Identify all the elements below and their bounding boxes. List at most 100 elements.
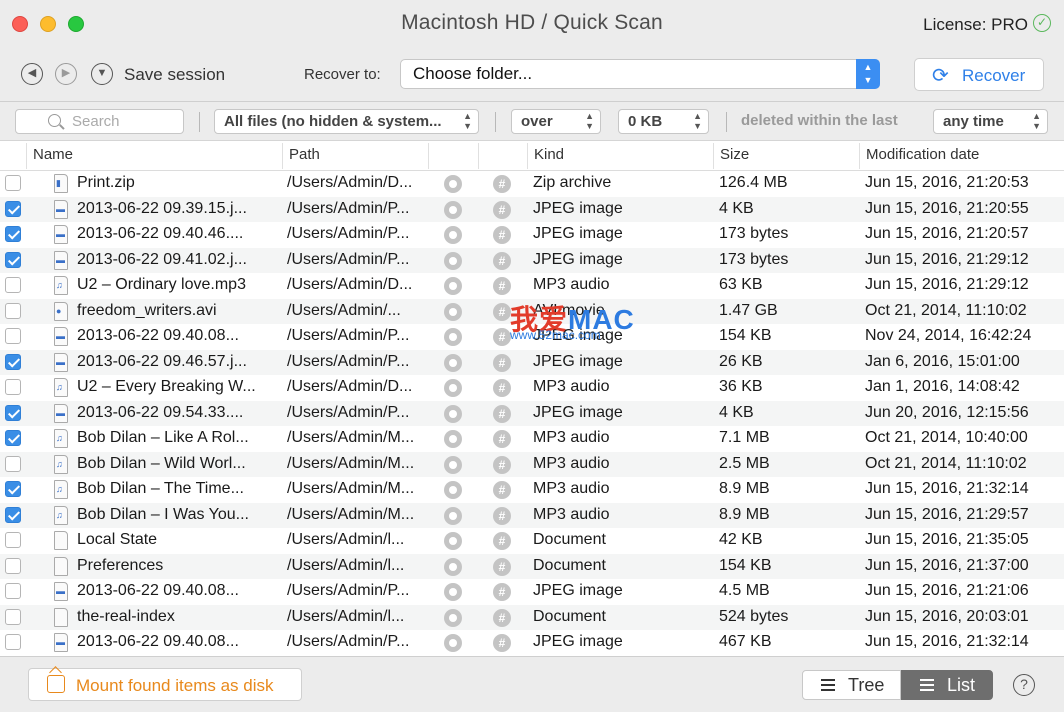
table-row[interactable]: ▬ 2013-06-22 09.46.57.j... /Users/Admin/P.… [0, 349, 1064, 375]
back-icon[interactable]: ◀ [21, 63, 43, 85]
hex-view-icon[interactable]: # [493, 583, 511, 601]
table-row[interactable]: ▬ 2013-06-22 09.41.02.j... /Users/Admin/P.… [0, 247, 1064, 273]
row-checkbox[interactable] [5, 353, 21, 370]
preview-eye-icon[interactable] [444, 226, 462, 244]
row-checkbox[interactable] [5, 404, 21, 421]
hex-view-icon[interactable]: # [493, 200, 511, 219]
column-header-name[interactable]: Name [33, 146, 73, 163]
row-checkbox[interactable] [5, 430, 21, 446]
hex-view-icon[interactable]: # [493, 608, 511, 627]
preview-eye-icon[interactable] [444, 302, 462, 321]
hex-view-icon[interactable]: # [493, 481, 511, 499]
hex-view-icon[interactable]: # [493, 379, 511, 397]
table-row[interactable]: ▬ 2013-06-22 09.40.46.... /Users/Admin/P..… [0, 222, 1064, 248]
preview-eye-icon[interactable] [444, 404, 462, 423]
column-header-modified[interactable]: Modification date [866, 146, 979, 163]
hex-view-icon[interactable]: # [493, 353, 511, 372]
row-checkbox[interactable] [5, 557, 21, 574]
list-view-button[interactable]: List [901, 670, 993, 700]
column-header-path[interactable]: Path [289, 146, 320, 163]
hex-view-icon[interactable]: # [493, 430, 511, 448]
table-row[interactable]: ▬ 2013-06-22 09.40.08... /Users/Admin/P...… [0, 630, 1064, 656]
table-row[interactable]: ♫ Bob Dilan – I Was You... /Users/Admin/M.… [0, 502, 1064, 528]
recover-button[interactable]: ⟳ Recover [914, 58, 1044, 91]
row-checkbox[interactable] [5, 634, 21, 650]
hex-view-icon[interactable]: # [493, 506, 511, 525]
table-row[interactable]: ▬ 2013-06-22 09.40.08... /Users/Admin/P...… [0, 579, 1064, 605]
file-type-filter[interactable]: All files (no hidden & system... ▲ ▼ [214, 109, 479, 134]
table-row[interactable]: ▬ 2013-06-22 09.39.15.j... /Users/Admin/P.… [0, 196, 1064, 222]
column-divider[interactable] [713, 143, 714, 169]
hex-view-icon[interactable]: # [493, 251, 511, 270]
row-checkbox[interactable] [5, 379, 21, 395]
hex-view-icon[interactable]: # [493, 455, 511, 474]
row-checkbox[interactable] [5, 277, 21, 293]
preview-eye-icon[interactable] [444, 328, 462, 346]
preview-eye-icon[interactable] [444, 583, 462, 601]
preview-eye-icon[interactable] [444, 481, 462, 499]
download-icon[interactable]: ▼ [91, 63, 113, 85]
table-row[interactable]: ▮ Print.zip/Users/Admin/D... # Zip archive 1… [0, 171, 1064, 197]
row-checkbox[interactable] [5, 302, 21, 319]
license-label[interactable]: License: PRO [923, 15, 1028, 35]
preview-eye-icon[interactable] [444, 379, 462, 397]
row-checkbox[interactable] [5, 608, 21, 625]
table-row[interactable]: ▬ 2013-06-22 09.54.33.... /Users/Admin/P..… [0, 400, 1064, 426]
preview-eye-icon[interactable] [444, 251, 462, 270]
preview-eye-icon[interactable] [444, 175, 462, 193]
hex-view-icon[interactable]: # [493, 175, 511, 193]
column-divider[interactable] [478, 143, 479, 169]
preview-eye-icon[interactable] [444, 608, 462, 627]
table-row[interactable]: Local State/Users/Admin/l... # Document 42 … [0, 528, 1064, 554]
row-checkbox[interactable] [5, 455, 21, 472]
row-checkbox[interactable] [5, 328, 21, 344]
column-divider[interactable] [859, 143, 860, 169]
row-checkbox[interactable] [5, 506, 21, 523]
preview-eye-icon[interactable] [444, 277, 462, 295]
save-session-button[interactable]: Save session [124, 65, 225, 85]
hex-view-icon[interactable]: # [493, 302, 511, 321]
row-checkbox[interactable] [5, 532, 21, 548]
preview-eye-icon[interactable] [444, 557, 462, 576]
column-divider[interactable] [282, 143, 283, 169]
time-range-select[interactable]: any time ▲ ▼ [933, 109, 1048, 134]
tree-view-button[interactable]: Tree [802, 670, 901, 700]
hex-view-icon[interactable]: # [493, 226, 511, 244]
preview-eye-icon[interactable] [444, 532, 462, 550]
table-row[interactable]: ♫ Bob Dilan – Like A Rol... /Users/Admin/M… [0, 426, 1064, 452]
row-checkbox[interactable] [5, 175, 21, 191]
size-compare-select[interactable]: over ▲ ▼ [511, 109, 601, 134]
column-header-kind[interactable]: Kind [534, 146, 564, 163]
row-checkbox[interactable] [5, 226, 21, 242]
hex-view-icon[interactable]: # [493, 634, 511, 652]
preview-eye-icon[interactable] [444, 430, 462, 448]
table-row[interactable]: ♫ U2 – Every Breaking W... /Users/Admin/D.… [0, 375, 1064, 401]
table-row[interactable]: Preferences/Users/Admin/l... # Document 154… [0, 553, 1064, 579]
column-divider[interactable] [428, 143, 429, 169]
table-row[interactable]: the-real-index/Users/Admin/l... # Document… [0, 604, 1064, 630]
search-input[interactable] [72, 113, 172, 130]
hex-view-icon[interactable]: # [493, 404, 511, 423]
preview-eye-icon[interactable] [444, 455, 462, 474]
table-row[interactable]: ♫ U2 – Ordinary love.mp3/Users/Admin/D...… [0, 273, 1064, 299]
hex-view-icon[interactable]: # [493, 557, 511, 576]
folder-select[interactable]: Choose folder... ▲ ▼ [400, 59, 880, 89]
row-checkbox[interactable] [5, 481, 21, 497]
hex-view-icon[interactable]: # [493, 328, 511, 346]
row-checkbox[interactable] [5, 200, 21, 217]
table-row[interactable]: ♫ Bob Dilan – Wild Worl... /Users/Admin/M.… [0, 451, 1064, 477]
column-divider[interactable] [527, 143, 528, 169]
preview-eye-icon[interactable] [444, 200, 462, 219]
hex-view-icon[interactable]: # [493, 532, 511, 550]
preview-eye-icon[interactable] [444, 506, 462, 525]
preview-eye-icon[interactable] [444, 634, 462, 652]
column-header-size[interactable]: Size [720, 146, 749, 163]
table-row[interactable]: ♫ Bob Dilan – The Time... /Users/Admin/M..… [0, 477, 1064, 503]
row-checkbox[interactable] [5, 251, 21, 268]
play-icon[interactable]: ▶ [55, 63, 77, 85]
help-icon[interactable]: ? [1013, 674, 1035, 696]
row-checkbox[interactable] [5, 583, 21, 599]
preview-eye-icon[interactable] [444, 353, 462, 372]
mount-disk-button[interactable]: Mount found items as disk [28, 668, 302, 701]
hex-view-icon[interactable]: # [493, 277, 511, 295]
